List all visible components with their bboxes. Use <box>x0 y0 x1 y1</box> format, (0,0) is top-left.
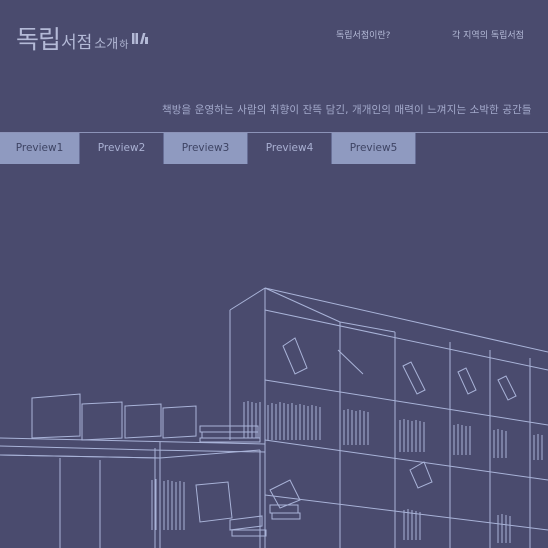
bookshelf-illustration <box>0 287 548 548</box>
logo-text-mid: 서점 <box>61 33 93 53</box>
nav-regional-bookstores[interactable]: 각 지역의 독립서점 <box>452 28 524 41</box>
tab-preview5[interactable]: Preview5 <box>332 133 416 164</box>
logo-text-big: 독립 <box>16 25 61 54</box>
tall-bookshelf <box>229 287 548 548</box>
site-logo[interactable]: 독립 서점 소개 하 <box>16 20 149 56</box>
tagline: 책방을 운영하는 사람의 취향이 잔뜩 담긴, 개개인의 매력이 느껴지는 소박… <box>162 104 532 116</box>
tab-preview2[interactable]: Preview2 <box>80 133 164 164</box>
book-stack-icon <box>132 33 149 44</box>
display-table <box>0 393 301 548</box>
tab-preview4[interactable]: Preview4 <box>248 133 332 164</box>
tab-preview1[interactable]: Preview1 <box>0 133 80 164</box>
logo-text-small: 소개 <box>94 37 119 52</box>
logo-text-suffix: 하 <box>119 40 129 51</box>
nav-about-bookstores[interactable]: 독립서점이란? <box>336 28 390 41</box>
preview-tabs: Preview1 Preview2 Preview3 Preview4 Prev… <box>0 133 416 164</box>
tab-preview3[interactable]: Preview3 <box>164 133 248 164</box>
